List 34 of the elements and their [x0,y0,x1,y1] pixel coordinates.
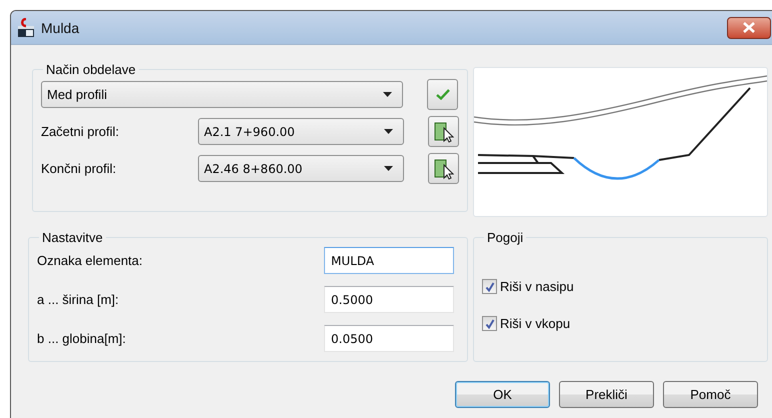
confirm-button[interactable] [427,79,458,110]
group-title: Pogoji [486,230,524,245]
dropdown-arrow-icon [383,92,392,97]
select-cursor-icon [434,158,454,180]
method-dropdown[interactable]: Med profili [41,81,403,108]
select-cursor-icon [434,120,454,142]
dialog-button[interactable]: OK [455,381,550,408]
group-title: Način obdelave [45,62,137,77]
field-label: b ... globina[m]: [37,331,127,346]
pick-button[interactable] [428,153,459,184]
field-label: Oznaka elementa: [37,253,144,268]
checkbox-label: Riši v vkopu [500,316,570,331]
checkbox-label: Riši v nasipu [500,279,574,294]
group-title: Nastavitve [41,230,104,245]
profile-dropdown[interactable]: A2.1 7+960.00 [198,118,404,145]
check-icon [436,89,450,100]
input-field[interactable]: MULDA [324,247,454,274]
checkbox[interactable] [482,279,497,294]
dialog-button[interactable]: Pomoč [663,381,758,408]
field-label: Končni profil: [41,161,118,176]
window-title: Mulda [41,20,80,36]
profile-dropdown[interactable]: A2.46 8+860.00 [198,155,404,182]
dropdown-arrow-icon [384,166,393,171]
checkbox[interactable] [482,316,497,331]
close-icon [743,22,755,33]
pick-button[interactable] [428,116,459,147]
input-field[interactable]: 0.0500 [324,325,454,352]
dropdown-arrow-icon [384,129,393,134]
close-button[interactable] [727,16,771,38]
field-label: Začetni profil: [41,124,120,139]
input-field[interactable]: 0.5000 [324,286,454,313]
app-icon [17,18,35,38]
field-label: a ... širina [m]: [37,292,120,307]
dialog-button[interactable]: Prekliči [559,381,654,408]
